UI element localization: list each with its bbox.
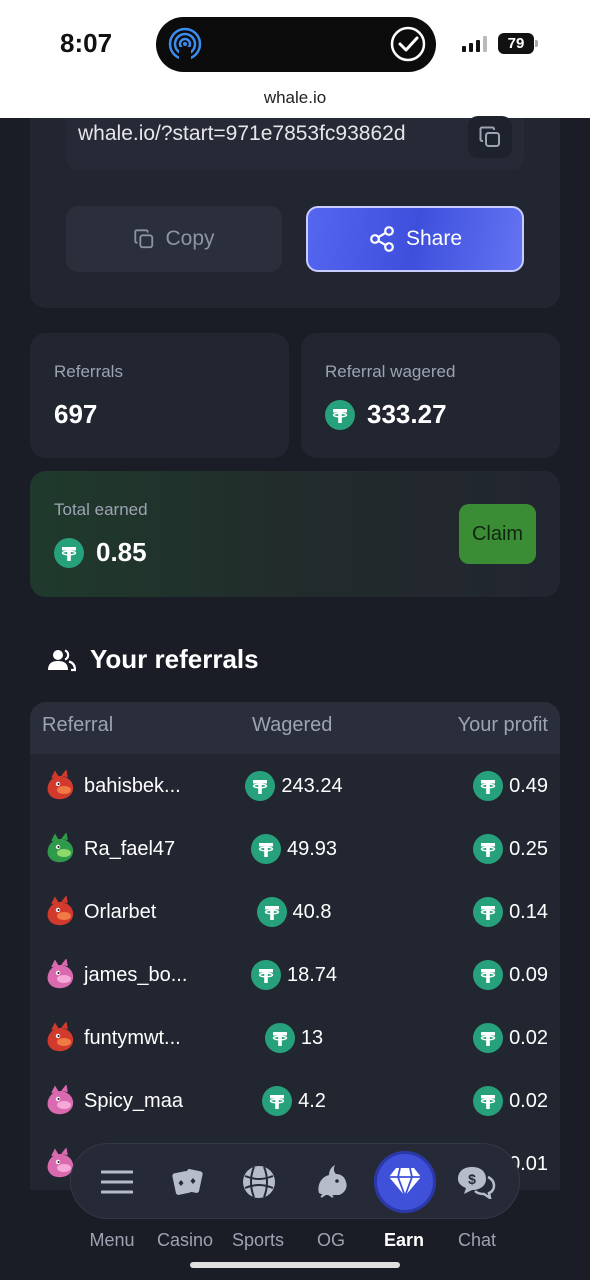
- diamond-icon[interactable]: [374, 1151, 436, 1213]
- referral-name: funtymwt...: [84, 1026, 181, 1049]
- users-icon: [48, 648, 76, 671]
- table-row[interactable]: funtymwt... 13 0.02: [30, 1006, 560, 1069]
- menu-icon[interactable]: [93, 1158, 141, 1206]
- dynamic-island: [156, 17, 436, 72]
- header-referral: Referral: [42, 714, 114, 736]
- claim-button[interactable]: Claim: [459, 504, 536, 564]
- table-row[interactable]: Ra_fael47 49.93 0.25: [30, 817, 560, 880]
- referral-name: Orlarbet: [84, 900, 157, 923]
- copy-button[interactable]: Copy: [66, 206, 282, 272]
- total-earned-card: Total earned 0.85 Claim: [30, 471, 560, 597]
- header-wagered: Wagered: [252, 714, 333, 736]
- nav-label-chat[interactable]: Chat: [437, 1230, 517, 1251]
- your-referrals-heading: Your referrals: [48, 644, 259, 675]
- referral-profit: 0.49: [509, 774, 548, 797]
- referral-wagered: 18.74: [286, 963, 338, 986]
- whale-icon[interactable]: [308, 1158, 356, 1206]
- copy-link-icon-button[interactable]: [468, 116, 512, 158]
- bottom-nav-bar: $: [70, 1143, 520, 1219]
- copy-button-label: Copy: [165, 227, 215, 250]
- referral-link-field[interactable]: whale.io/?start=971e7853fc93862d: [66, 116, 524, 170]
- dragon-avatar-icon: [47, 896, 74, 926]
- referral-profit: 0.14: [509, 900, 548, 923]
- tether-icon: [54, 537, 84, 568]
- nav-label-og[interactable]: OG: [291, 1230, 371, 1251]
- cards-icon[interactable]: [164, 1158, 212, 1206]
- table-header: Referral Wagered Your profit: [30, 702, 560, 754]
- referral-wagered: 40.8: [292, 900, 332, 923]
- nav-label-casino[interactable]: Casino: [145, 1230, 225, 1251]
- referral-profit: 0.25: [509, 837, 548, 860]
- airdrop-icon: [168, 27, 202, 61]
- dragon-avatar-icon: [47, 770, 74, 800]
- tether-icon: [473, 834, 504, 864]
- nav-label-earn[interactable]: Earn: [364, 1230, 444, 1251]
- share-button[interactable]: Share: [306, 206, 524, 272]
- tether-icon: [473, 897, 504, 927]
- tether-icon: [256, 897, 287, 927]
- referral-name: Ra_fael47: [84, 837, 176, 860]
- referral-wagered-card: Referral wagered 333.27: [301, 333, 560, 458]
- referral-link-text: whale.io/?start=971e7853fc93862d: [78, 122, 406, 145]
- share-icon: [370, 226, 394, 252]
- svg-text:$: $: [468, 1171, 476, 1187]
- nav-label-sports[interactable]: Sports: [218, 1230, 298, 1251]
- ball-icon[interactable]: [235, 1158, 283, 1206]
- your-referrals-title: Your referrals: [90, 644, 259, 674]
- checkmark-icon: [390, 26, 426, 62]
- table-row[interactable]: james_bo... 18.74 0.09: [30, 943, 560, 1006]
- referral-profit: 0.02: [509, 1026, 548, 1049]
- tether-icon: [250, 960, 281, 990]
- total-earned-label: Total earned: [54, 500, 148, 519]
- table-row[interactable]: Spicy_maa 4.2 0.02: [30, 1069, 560, 1132]
- copy-icon: [479, 126, 500, 147]
- table-row[interactable]: bahisbek... 243.24 0.49: [30, 754, 560, 817]
- tether-icon: [473, 1023, 504, 1053]
- referrals-value: 697: [54, 399, 98, 429]
- dragon-avatar-icon: [47, 1022, 74, 1052]
- referral-wagered-value: 333.27: [367, 399, 447, 429]
- referral-name: bahisbek...: [84, 774, 181, 797]
- referral-name: james_bo...: [84, 963, 188, 986]
- referral-profit: 0.02: [509, 1089, 548, 1112]
- tether-icon: [473, 1086, 504, 1116]
- header-profit: Your profit: [457, 714, 548, 736]
- table-row[interactable]: Orlarbet 40.8 0.14: [30, 880, 560, 943]
- referral-name: Spicy_maa: [84, 1089, 183, 1112]
- referral-wagered: 13: [300, 1026, 324, 1049]
- referral-wagered: 49.93: [286, 837, 338, 860]
- battery-icon: 79: [498, 33, 538, 54]
- dragon-avatar-icon: [47, 959, 74, 989]
- total-earned-value: 0.85: [96, 537, 147, 567]
- tether-icon: [473, 960, 504, 990]
- referrals-label: Referrals: [54, 362, 123, 381]
- tether-icon: [473, 771, 504, 801]
- status-time: 8:07: [60, 28, 113, 58]
- dragon-avatar-icon: [47, 833, 74, 863]
- chat-icon[interactable]: $: [452, 1158, 500, 1206]
- share-button-label: Share: [405, 227, 463, 250]
- tether-icon: [264, 1023, 295, 1053]
- referral-profit: 0.09: [509, 963, 548, 986]
- referrals-stat-card: Referrals 697: [30, 333, 289, 458]
- battery-level: 79: [498, 33, 534, 54]
- nav-label-menu[interactable]: Menu: [72, 1230, 152, 1251]
- browser-url[interactable]: whale.io: [0, 88, 590, 108]
- tether-icon: [245, 771, 276, 801]
- referral-wagered: 4.2: [298, 1089, 326, 1112]
- referral-link-card: whale.io/?start=971e7853fc93862d Copy Sh…: [30, 116, 560, 308]
- tether-icon: [250, 834, 281, 864]
- dragon-avatar-icon: [47, 1085, 74, 1115]
- tether-icon: [325, 399, 355, 430]
- referral-wagered: 243.24: [281, 774, 343, 797]
- tether-icon: [262, 1086, 293, 1116]
- referral-wagered-label: Referral wagered: [325, 362, 456, 381]
- copy-icon: [134, 229, 154, 249]
- status-bar: 8:07 79 whale.io: [0, 0, 590, 118]
- home-indicator: [190, 1262, 400, 1268]
- signal-icon: [462, 36, 490, 52]
